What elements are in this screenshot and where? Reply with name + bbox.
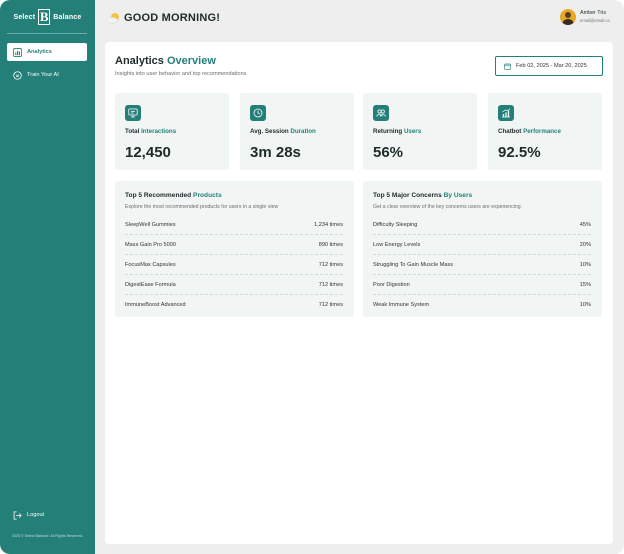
clock-icon [250,105,266,121]
date-range-picker[interactable]: Feb 02, 2025 - Mar 20, 2025 [495,56,603,76]
greeting-text: GOOD MORNING! [124,12,221,24]
users-icon [373,105,389,121]
calendar-icon [504,62,511,70]
top-bar: GOOD MORNING! Amber Tris email@email.co [95,0,624,38]
list-item: SleepWell Gummies 1,234 times [125,215,343,235]
list-item: ImmuneBoost Advanced 712 times [125,302,343,308]
stat-value: 3m 28s [250,144,301,161]
sidebar-footer: 2025 © Select Balance. All Rights Reserv… [12,534,83,538]
svg-text:AI: AI [16,73,20,77]
sidebar-item-analytics[interactable]: Analytics [7,43,87,61]
brand-mark: B [38,9,51,25]
list-item: Poor Digestion 15% [373,275,591,295]
card-subtitle: Get a clear overview of the key concerns… [373,204,521,210]
list-item: Low Energy Levels 20% [373,235,591,255]
avatar[interactable] [560,9,576,25]
stat-card-total-interactions: Total Interactions 12,450 [115,93,229,170]
logout-label: Logout [27,512,45,518]
stat-value: 12,450 [125,144,171,161]
date-range-text: Feb 02, 2025 - Mar 20, 2025 [516,63,587,69]
card-title: Top 5 Major Concerns By Users [373,192,473,199]
stat-label: Chatbot Performance [498,128,561,135]
products-list: SleepWell Gummies 1,234 times Mass Gain P… [125,215,343,315]
main-panel: Analytics Overview Insights into user be… [105,42,613,544]
stat-value: 92.5% [498,144,541,161]
logout-icon [13,510,22,520]
brand-logo[interactable]: Select B Balance [0,8,95,26]
chat-monitor-icon [125,105,141,121]
stat-card-returning-users: Returning Users 56% [363,93,477,170]
stat-card-avg-session: Avg. Session Duration 3m 28s [240,93,354,170]
card-title: Top 5 Recommended Products [125,192,222,199]
top-products-card: Top 5 Recommended Products Explore the m… [115,181,354,317]
sidebar-item-label: Train Your AI [27,72,59,78]
sidebar-item-label: Analytics [27,49,52,55]
sidebar-item-train-ai[interactable]: AI Train Your AI [7,66,87,84]
list-item: Weak Immune System 10% [373,302,591,308]
stat-value: 56% [373,144,404,161]
card-subtitle: Explore the most recommended products fo… [125,204,279,210]
user-email: email@email.co [580,18,610,23]
top-concerns-card: Top 5 Major Concerns By Users Get a clea… [363,181,602,317]
sidebar-divider [7,33,87,34]
bar-chart-icon [13,47,22,57]
page-subtitle: Insights into user behavior and top reco… [115,71,247,77]
user-name: Amber Tris [580,10,607,16]
list-item: Mass Gain Pro 5000 890 times [125,235,343,255]
stat-label: Avg. Session Duration [250,128,316,135]
stat-label: Total Interactions [125,128,177,135]
list-item: Struggling To Gain Muscle Mass 10% [373,255,591,275]
app-frame: Select B Balance Analytics AI Train Your… [0,0,624,554]
page-title: Analytics Overview [115,55,216,67]
ai-chip-icon: AI [13,70,22,80]
concerns-list: Difficulty Sleeping 45% Low Energy Levels… [373,215,591,315]
logout-button[interactable]: Logout [7,506,87,524]
brand-right-text: Balance [53,13,82,21]
sidebar: Select B Balance Analytics AI Train Your… [0,0,95,554]
list-item: DigestEase Formula 712 times [125,275,343,295]
stat-label: Returning Users [373,128,422,135]
list-item: FocusMax Capsules 712 times [125,255,343,275]
stat-card-chatbot-performance: Chatbot Performance 92.5% [488,93,602,170]
brand-left-text: Select [13,13,36,21]
growth-chart-icon [498,105,514,121]
sun-cloud-icon [106,13,119,24]
list-item: Difficulty Sleeping 45% [373,215,591,235]
